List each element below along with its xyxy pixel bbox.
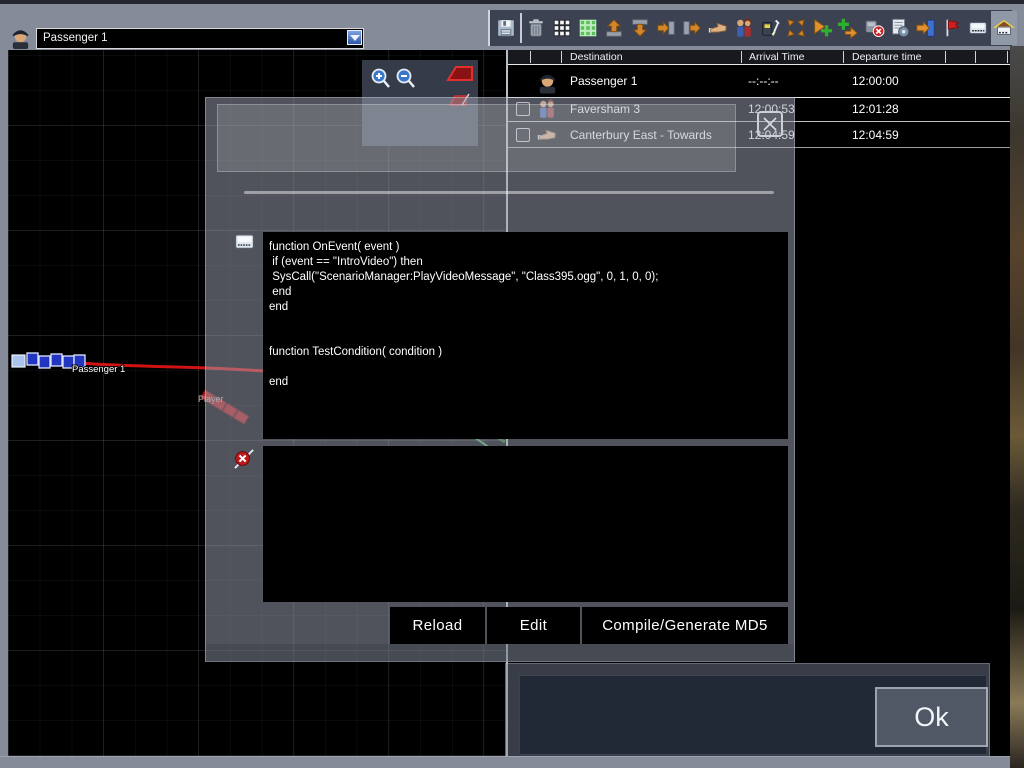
toolbar-button-shift-right[interactable]: [653, 11, 679, 45]
toolbar-button-lower[interactable]: [627, 11, 653, 45]
dialog-bottom-band: [206, 644, 794, 662]
marker-ramp-icon[interactable]: [446, 64, 474, 83]
toolbar-button-shift-left[interactable]: [679, 11, 705, 45]
toolbar-button-keyboard-entry[interactable]: [965, 11, 991, 45]
world-view-edge: [1010, 46, 1024, 768]
driver-select[interactable]: Passenger 1: [36, 28, 364, 49]
driver-avatar-icon: [9, 24, 32, 49]
toolbar-button-add-driver[interactable]: [809, 11, 835, 45]
add-instruction-icon: [837, 17, 859, 39]
player-train-label: Passenger 1: [72, 364, 125, 375]
script-editor-dialog: function OnEvent( event ) if (event == "…: [205, 97, 795, 662]
column-separator: [975, 51, 976, 63]
shift-left-icon: [681, 17, 703, 39]
toolbar-button-save[interactable]: [493, 11, 519, 45]
lower-icon: [629, 17, 651, 39]
trash-icon: [525, 17, 547, 39]
dialog-divider: [244, 191, 774, 194]
center-arrows-icon: [785, 17, 807, 39]
portal-icon: [915, 17, 937, 39]
timetable-header: Destination Arrival Time Departure time: [508, 50, 1010, 64]
grid-icon: [551, 17, 573, 39]
column-header-destination[interactable]: Destination: [570, 51, 623, 63]
close-icon: [759, 113, 781, 135]
column-header-arrival[interactable]: Arrival Time: [749, 51, 804, 63]
row-departure: 12:04:59: [852, 128, 899, 142]
edit-button[interactable]: Edit: [487, 607, 580, 644]
column-separator: [561, 51, 562, 63]
table-row[interactable]: Passenger 1 --:--:-- 12:00:00: [508, 64, 1010, 98]
reload-button[interactable]: Reload: [390, 607, 485, 644]
chevron-down-icon: [350, 35, 360, 41]
script-output-box[interactable]: [263, 446, 788, 602]
save-icon: [495, 17, 517, 39]
column-separator: [530, 51, 531, 63]
driver-select-value: Passenger 1: [43, 29, 108, 47]
keyboard-icon: [234, 233, 255, 251]
toolbar-button-scenario-script[interactable]: [887, 11, 913, 45]
zoom-in-icon[interactable]: [369, 66, 393, 92]
toolbar-button-station-view[interactable]: [991, 11, 1017, 45]
toolbar-button-delete[interactable]: [523, 11, 549, 45]
driver-avatar-icon: [536, 68, 559, 95]
close-button[interactable]: [757, 111, 783, 137]
script-gear-icon: [889, 17, 911, 39]
column-separator: [1007, 51, 1008, 63]
toolbar-button-passengers[interactable]: [731, 11, 757, 45]
add-driver-icon: [811, 17, 833, 39]
keyboard-icon: [967, 17, 989, 39]
toolbar-button-select-hand[interactable]: [705, 11, 731, 45]
toolbar-button-raise[interactable]: [601, 11, 627, 45]
message-panel: Ok: [505, 663, 990, 757]
toolbar-button-grid-snap[interactable]: [575, 11, 601, 45]
script-code-editor[interactable]: function OnEvent( event ) if (event == "…: [263, 232, 788, 439]
passengers-icon: [733, 17, 755, 39]
dropdown-button[interactable]: [347, 30, 362, 45]
column-separator: [741, 51, 742, 63]
grid-snap-icon: [577, 17, 599, 39]
toolbar-button-flag-marker[interactable]: [939, 11, 965, 45]
toolbar-button-add-instruction[interactable]: [835, 11, 861, 45]
bottom-edge: [0, 756, 1010, 768]
compile-button[interactable]: Compile/Generate MD5: [582, 607, 788, 644]
zoom-out-icon[interactable]: [394, 66, 418, 92]
error-pin-icon: [233, 447, 256, 470]
fuel-pump-icon: [759, 17, 781, 39]
scenario-editor-screen: Player Passenger 1: [0, 0, 1024, 768]
left-edge: [0, 50, 8, 756]
toolbar-button-center-view[interactable]: [783, 11, 809, 45]
row-departure: 12:00:00: [852, 74, 899, 88]
row-departure: 12:01:28: [852, 102, 899, 116]
toolbar-button-remove-consist[interactable]: [861, 11, 887, 45]
flag-icon: [941, 17, 963, 39]
row-arrival: --:--:--: [748, 74, 779, 88]
dialog-header-area: [217, 104, 736, 172]
toolbar-button-portal[interactable]: [913, 11, 939, 45]
shift-right-icon: [655, 17, 677, 39]
toolbar-button-grid[interactable]: [549, 11, 575, 45]
row-destination: Passenger 1: [570, 74, 637, 88]
toolbar-separator: [520, 13, 522, 43]
column-header-departure[interactable]: Departure time: [852, 51, 921, 63]
toolbar-button-fuel-point[interactable]: [757, 11, 783, 45]
raise-icon: [603, 17, 625, 39]
column-separator: [843, 51, 844, 63]
station-icon: [993, 17, 1015, 39]
ok-button[interactable]: Ok: [875, 687, 988, 747]
script-code-text: function OnEvent( event ) if (event == "…: [269, 240, 788, 390]
column-separator: [945, 51, 946, 63]
editor-toolbar: [488, 10, 1012, 46]
remove-consist-icon: [863, 17, 885, 39]
hand-icon: [707, 17, 729, 39]
